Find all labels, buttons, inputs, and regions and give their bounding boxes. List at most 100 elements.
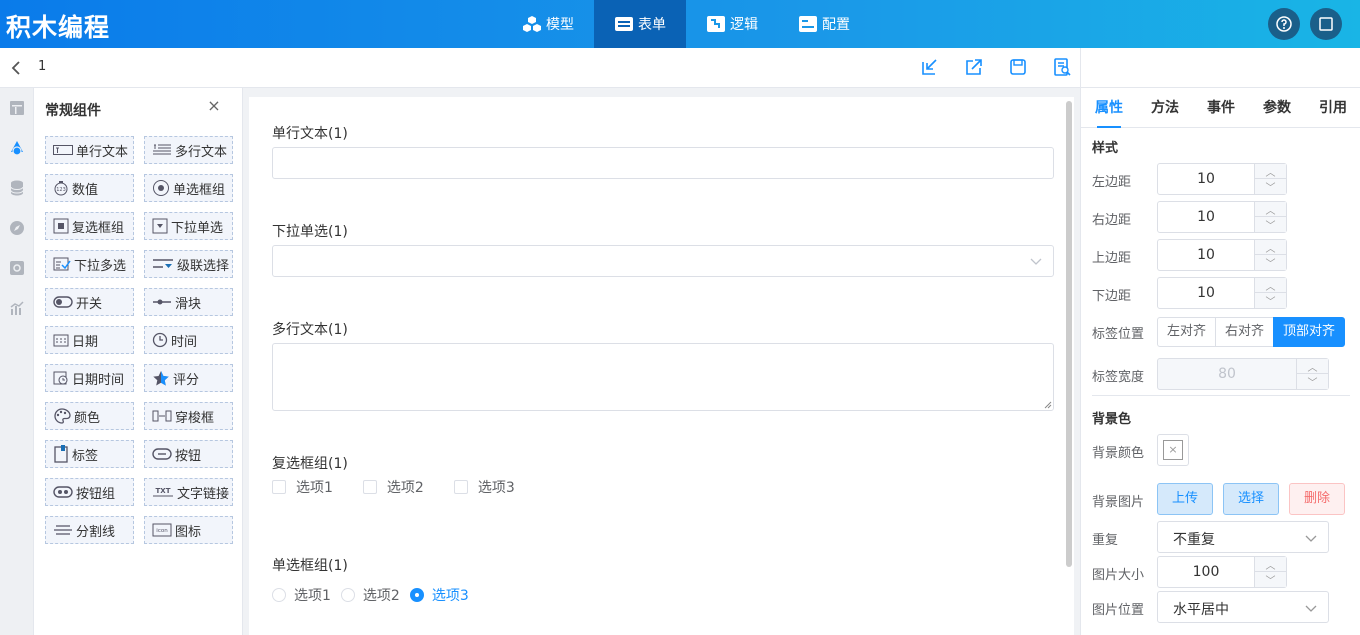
tab-references[interactable]: 引用 — [1305, 88, 1360, 128]
decrement-icon[interactable]: ﹀ — [1255, 179, 1286, 194]
palette-item-switch[interactable]: 开关 — [45, 288, 134, 316]
increment-icon[interactable]: ︿ — [1255, 240, 1286, 255]
align-left-button[interactable]: 左对齐 — [1157, 317, 1217, 347]
preview-icon[interactable] — [1052, 57, 1072, 77]
tab-params[interactable]: 参数 — [1249, 88, 1305, 128]
canvas-scrollbar[interactable] — [1064, 97, 1074, 635]
palette-item-time[interactable]: 时间 — [144, 326, 233, 354]
palette-item-text-link[interactable]: TXT 文字链接 — [144, 478, 233, 506]
margin-bottom-input[interactable]: 10 ︿ ﹀ — [1157, 277, 1287, 309]
tab-config[interactable]: 配置 — [778, 0, 870, 48]
radio-dot[interactable] — [409, 588, 424, 602]
increment-icon[interactable]: ︿ — [1255, 278, 1286, 293]
radio-dot[interactable] — [340, 588, 355, 602]
number-spinner: ︿ ﹀ — [1254, 240, 1286, 270]
field-dropdown[interactable]: 下拉单选(1) — [272, 221, 1054, 281]
margin-top-row: 上边距 10 ︿ ﹀ — [1092, 239, 1352, 271]
scrollbar-thumb[interactable] — [1066, 101, 1072, 567]
rail-settings[interactable] — [0, 248, 34, 288]
field-checkbox-group[interactable]: 复选框组(1) 选项1 选项2 选项3 — [272, 453, 1054, 503]
margin-top-input[interactable]: 10 ︿ ﹀ — [1157, 239, 1287, 271]
checkbox-box[interactable] — [362, 480, 377, 494]
palette-item-icon[interactable]: icon 图标 — [144, 516, 233, 544]
window-button[interactable] — [1310, 8, 1342, 40]
single-text-input[interactable] — [272, 147, 1054, 179]
align-top-button[interactable]: 顶部对齐 — [1273, 317, 1346, 347]
color-picker[interactable]: × — [1157, 434, 1189, 466]
margin-left-input[interactable]: 10 ︿ ﹀ — [1157, 163, 1287, 195]
tab-form[interactable]: 表单 — [594, 0, 686, 48]
palette-item-label-comp[interactable]: 标签 — [45, 440, 134, 468]
field-single-text[interactable]: 单行文本(1) — [272, 123, 1054, 183]
help-button[interactable] — [1268, 8, 1300, 40]
margin-right-input[interactable]: 10 ︿ ﹀ — [1157, 201, 1287, 233]
radio-dot[interactable] — [272, 588, 286, 602]
rail-chart[interactable] — [0, 288, 34, 328]
palette-item-button-group[interactable]: 按钮组 — [45, 478, 134, 506]
palette-item-color[interactable]: 颜色 — [45, 402, 134, 430]
upload-button[interactable]: 上传 — [1157, 483, 1213, 515]
palette-item-checkbox-group[interactable]: 复选框组 — [45, 212, 134, 240]
increment-icon[interactable]: ︿ — [1255, 557, 1286, 572]
rail-data[interactable] — [0, 168, 34, 208]
checkbox-option[interactable]: 选项3 — [453, 477, 515, 497]
top-header: 积木编程 模型 表单 逻辑 配置 — [0, 0, 1360, 48]
header-actions — [1268, 8, 1342, 40]
checkbox-option[interactable]: 选项1 — [272, 477, 333, 497]
decrement-icon[interactable]: ﹀ — [1255, 293, 1286, 308]
toolbar-actions — [920, 57, 1072, 77]
decrement-icon[interactable]: ﹀ — [1255, 217, 1286, 232]
save-icon[interactable] — [1008, 57, 1028, 77]
palette-item-cascader[interactable]: 级联选择 — [144, 250, 233, 278]
radio-option[interactable]: 选项2 — [340, 585, 400, 605]
repeat-select[interactable]: 不重复 — [1157, 521, 1329, 553]
image-position-select[interactable]: 水平居中 — [1157, 591, 1329, 623]
resize-handle-icon[interactable] — [1044, 401, 1052, 409]
palette-item-radio-group[interactable]: 单选框组 — [144, 174, 233, 202]
palette-item-single-text[interactable]: 单行文本 — [45, 136, 134, 164]
palette-item-divider[interactable]: 分割线 — [45, 516, 134, 544]
radio-option[interactable]: 选项1 — [272, 585, 331, 605]
image-size-input[interactable]: 100 ︿ ﹀ — [1157, 556, 1287, 588]
multi-text-textarea[interactable] — [272, 343, 1054, 411]
rail-navigate[interactable] — [0, 208, 34, 248]
decrement-icon[interactable]: ﹀ — [1255, 572, 1286, 587]
align-right-button[interactable]: 右对齐 — [1215, 317, 1275, 347]
decrement-icon[interactable]: ﹀ — [1255, 255, 1286, 270]
checkbox-box[interactable] — [453, 480, 468, 494]
label-position-segmented: 左对齐 右对齐 顶部对齐 — [1157, 317, 1346, 347]
tab-model[interactable]: 模型 — [502, 0, 594, 48]
palette-item-rate[interactable]: 评分 — [144, 364, 233, 392]
export-icon[interactable] — [964, 57, 984, 77]
palette-item-date[interactable]: 日期 — [45, 326, 134, 354]
radio-option-selected[interactable]: 选项3 — [409, 585, 469, 605]
checkbox-option[interactable]: 选项2 — [362, 477, 424, 497]
palette-item-button[interactable]: 按钮 — [144, 440, 233, 468]
dropdown-select[interactable] — [272, 245, 1054, 277]
field-radio-group[interactable]: 单选框组(1) 选项1 选项2 选项3 — [272, 555, 1054, 605]
back-icon[interactable] — [8, 58, 24, 78]
palette-item-dropdown-multi[interactable]: 下拉多选 — [45, 250, 134, 278]
palette-item-slider[interactable]: 滑块 — [144, 288, 233, 316]
checkbox-box[interactable] — [272, 480, 286, 494]
palette-item-dropdown-single[interactable]: 下拉单选 — [144, 212, 233, 240]
delete-button[interactable]: 删除 — [1289, 483, 1345, 515]
tab-logic[interactable]: 逻辑 — [686, 0, 778, 48]
palette-item-transfer[interactable]: 穿梭框 — [144, 402, 233, 430]
import-icon[interactable] — [920, 57, 940, 77]
close-icon[interactable]: × — [206, 98, 222, 114]
rail-layout[interactable] — [0, 88, 34, 128]
tab-events[interactable]: 事件 — [1193, 88, 1249, 128]
tab-properties[interactable]: 属性 — [1081, 88, 1137, 128]
increment-icon[interactable]: ︿ — [1255, 164, 1286, 179]
database-icon — [10, 180, 24, 196]
increment-icon[interactable]: ︿ — [1255, 202, 1286, 217]
tab-methods[interactable]: 方法 — [1137, 88, 1193, 128]
rail-components[interactable] — [0, 128, 34, 168]
select-button[interactable]: 选择 — [1223, 483, 1279, 515]
palette-item-datetime[interactable]: 日期时间 — [45, 364, 134, 392]
palette-item-number[interactable]: 123 数值 — [45, 174, 134, 202]
palette-item-multi-text[interactable]: 多行文本 — [144, 136, 233, 164]
number-spinner: ︿ ﹀ — [1254, 557, 1286, 587]
field-multi-text[interactable]: 多行文本(1) — [272, 319, 1054, 415]
